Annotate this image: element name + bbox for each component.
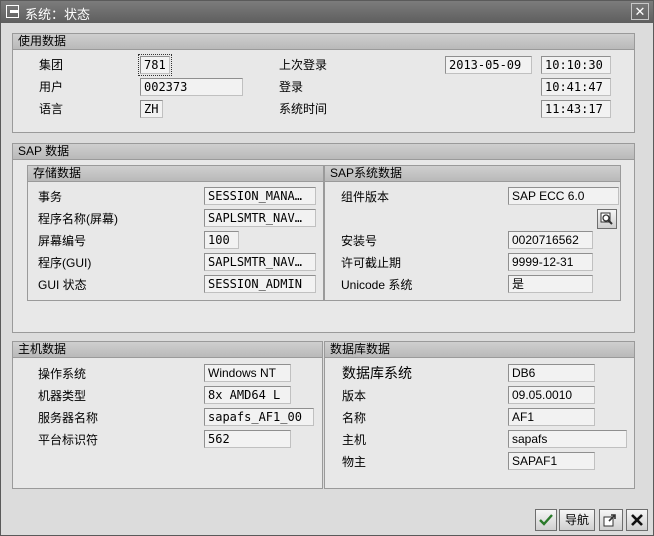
machine-type-field[interactable]: 8x AMD64 L [204, 386, 291, 404]
window-menu-icon[interactable] [6, 5, 19, 18]
platform-id-label: 平台标识符 [38, 433, 99, 447]
gui-status-field[interactable]: SESSION_ADMIN [204, 275, 316, 293]
last-login-time-field[interactable]: 10:10:30 [541, 56, 611, 74]
usage-data-title: 使用数据 [13, 34, 634, 50]
last-login-date-field[interactable]: 2013-05-09 [445, 56, 532, 74]
db-host-field[interactable]: sapafs [508, 430, 627, 448]
db-name-field[interactable]: AF1 [508, 408, 595, 426]
db-owner-field[interactable]: SAPAF1 [508, 452, 595, 470]
license-expiry-label: 许可截止期 [341, 256, 402, 270]
storage-data-title: 存储数据 [28, 166, 323, 182]
program-gui-label: 程序(GUI) [38, 256, 92, 270]
close-window-button[interactable]: ✕ [631, 3, 649, 20]
unicode-system-label: Unicode 系统 [341, 278, 413, 292]
user-field[interactable]: 002373 [140, 78, 243, 96]
database-data-group: 数据库数据 数据库系统 DB6 版本 09.05.0010 名称 AF1 主机 … [324, 341, 635, 489]
usage-data-group: 使用数据 集团 781 用户 002373 语言 ZH 上次登录 2013-05… [12, 33, 635, 133]
installation-number-field[interactable]: 0020716562 [508, 231, 593, 249]
sap-data-title: SAP 数据 [13, 144, 634, 160]
storage-data-group: 存储数据 事务 SESSION_MANA… 程序名称(屏幕) SAPLSMTR_… [27, 165, 324, 301]
component-details-button[interactable] [597, 209, 617, 229]
transaction-label: 事务 [38, 190, 63, 204]
db-system-field[interactable]: DB6 [508, 364, 595, 382]
login-label: 登录 [279, 80, 304, 94]
program-screen-label: 程序名称(屏幕) [38, 212, 118, 226]
login-time-field[interactable]: 10:41:47 [541, 78, 611, 96]
cancel-button[interactable] [626, 509, 648, 531]
sap-system-data-title: SAP系统数据 [325, 166, 620, 182]
confirm-button[interactable] [535, 509, 557, 531]
export-button[interactable] [599, 509, 623, 531]
license-expiry-field[interactable]: 9999-12-31 [508, 253, 593, 271]
unicode-system-field[interactable]: 是 [508, 275, 593, 293]
server-name-label: 服务器名称 [38, 411, 99, 425]
sap-system-data-group: SAP系统数据 组件版本 SAP ECC 6.0 安装号 0020716562 … [324, 165, 621, 301]
db-name-label: 名称 [342, 411, 367, 425]
host-data-title: 主机数据 [13, 342, 322, 358]
navigate-label: 导航 [564, 513, 589, 527]
installation-number-label: 安装号 [341, 234, 378, 248]
navigate-button[interactable]: 导航 [559, 509, 595, 531]
sap-data-group: SAP 数据 存储数据 事务 SESSION_MANA… 程序名称(屏幕) SA… [12, 143, 635, 333]
client-field[interactable]: 781 [138, 54, 172, 76]
host-data-group: 主机数据 操作系统 Windows NT 机器类型 8x AMD64 L 服务器… [12, 341, 323, 489]
screen-number-label: 屏幕编号 [38, 234, 87, 248]
client-label: 集团 [39, 58, 64, 72]
program-screen-field[interactable]: SAPLSMTR_NAV… [204, 209, 316, 227]
status-dialog: 系统：状态 ✕ 使用数据 集团 781 用户 002373 语言 ZH 上次登录… [0, 0, 654, 536]
language-field[interactable]: ZH [140, 100, 163, 118]
language-label: 语言 [39, 102, 64, 116]
screen-number-field[interactable]: 100 [204, 231, 239, 249]
title-bar: 系统：状态 ✕ [1, 1, 653, 23]
component-version-label: 组件版本 [341, 190, 390, 204]
export-icon [603, 514, 616, 527]
magnifier-icon [600, 212, 613, 225]
db-system-label: 数据库系统 [342, 365, 412, 381]
machine-type-label: 机器类型 [38, 389, 87, 403]
db-version-field[interactable]: 09.05.0010 [508, 386, 595, 404]
window-title: 系统：状态 [25, 7, 91, 22]
component-version-field[interactable]: SAP ECC 6.0 [508, 187, 619, 205]
last-login-label: 上次登录 [279, 58, 328, 72]
gui-status-label: GUI 状态 [38, 278, 87, 292]
cancel-icon [631, 514, 643, 526]
database-data-title: 数据库数据 [325, 342, 634, 358]
system-time-field[interactable]: 11:43:17 [541, 100, 611, 118]
db-owner-label: 物主 [342, 455, 367, 469]
server-name-field[interactable]: sapafs_AF1_00 [204, 408, 314, 426]
close-icon: ✕ [634, 4, 646, 19]
program-gui-field[interactable]: SAPLSMTR_NAV… [204, 253, 316, 271]
os-label: 操作系统 [38, 367, 87, 381]
checkmark-icon [539, 514, 553, 526]
user-label: 用户 [39, 80, 64, 94]
db-host-label: 主机 [342, 433, 367, 447]
os-field[interactable]: Windows NT [204, 364, 291, 382]
db-version-label: 版本 [342, 389, 367, 403]
platform-id-field[interactable]: 562 [204, 430, 291, 448]
transaction-field[interactable]: SESSION_MANA… [204, 187, 316, 205]
system-time-label: 系统时间 [279, 102, 328, 116]
